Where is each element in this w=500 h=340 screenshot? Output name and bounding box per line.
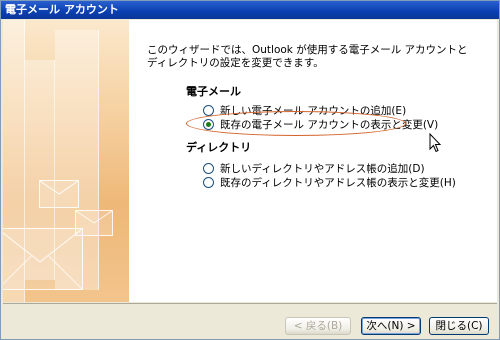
window-title: 電子メール アカウント bbox=[1, 1, 499, 19]
radio-label: 既存のディレクトリやアドレス帳の表示と変更(H) bbox=[220, 176, 456, 189]
wizard-content: このウィザードでは、Outlook が使用する電子メール アカウントとディレクト… bbox=[3, 20, 497, 302]
back-button[interactable]: < 戻る(B) bbox=[285, 317, 351, 335]
directory-section-title: ディレクトリ bbox=[186, 141, 252, 154]
mouse-cursor-icon bbox=[429, 133, 442, 153]
intro-text: このウィザードでは、Outlook が使用する電子メール アカウントとディレクト… bbox=[147, 44, 468, 69]
email-section-title: 電子メール bbox=[186, 85, 241, 98]
radio-button[interactable] bbox=[203, 162, 214, 174]
decorative-art bbox=[3, 20, 129, 302]
highlight-annotation bbox=[186, 111, 406, 136]
radio-new-directory[interactable]: 新しいディレクトリやアドレス帳の追加(D) bbox=[203, 161, 425, 175]
email-account-dialog: 電子メール アカウント このウィザードでは、Outlook が使用する電子メール… bbox=[0, 0, 500, 340]
close-button[interactable]: 閉じる(C) bbox=[429, 317, 489, 335]
envelope-icon bbox=[3, 228, 83, 290]
radio-existing-directory[interactable]: 既存のディレクトリやアドレス帳の表示と変更(H) bbox=[203, 175, 456, 189]
radio-label: 新しいディレクトリやアドレス帳の追加(D) bbox=[220, 162, 425, 175]
button-bar: < 戻る(B) 次へ(N) > 閉じる(C) bbox=[3, 303, 497, 339]
envelope-icon bbox=[39, 180, 79, 208]
wizard-text-area: このウィザードでは、Outlook が使用する電子メール アカウントとディレクト… bbox=[143, 20, 493, 302]
radio-button[interactable] bbox=[203, 176, 214, 188]
radio-button[interactable] bbox=[203, 104, 214, 116]
next-button[interactable]: 次へ(N) > bbox=[361, 317, 421, 335]
